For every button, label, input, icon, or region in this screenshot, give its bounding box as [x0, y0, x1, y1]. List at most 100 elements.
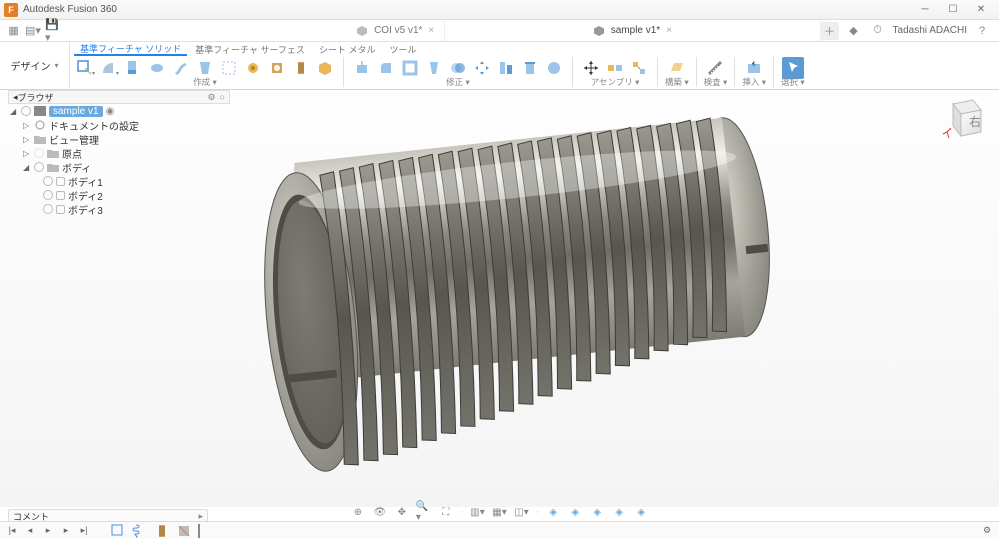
grid-settings-icon[interactable]: ▦▾ — [492, 504, 508, 520]
grid-menu-icon[interactable]: ▦ — [6, 22, 21, 40]
tree-node-views[interactable]: ▷ ビュー管理 — [8, 132, 230, 146]
timeline-feature-sketch[interactable] — [110, 523, 126, 539]
expand-icon[interactable]: ▷ — [23, 121, 31, 130]
close-icon[interactable]: × — [428, 25, 434, 36]
viewport-split-icon[interactable]: ◫▾ — [514, 504, 530, 520]
close-icon[interactable]: × — [666, 25, 672, 36]
folder-icon — [47, 148, 59, 158]
ribbon: デザイン ▾ 基準フィーチャ ソリッド 基準フィーチャ サーフェス シート メタ… — [0, 42, 999, 90]
timeline-play-button[interactable]: ▸ — [42, 525, 54, 537]
sweep-tool[interactable] — [170, 57, 192, 79]
group-insert: 挿入 ▾ — [742, 57, 766, 88]
look-icon[interactable]: 👁 — [372, 504, 388, 520]
user-name[interactable]: Tadashi ADACHI — [893, 25, 967, 36]
cam-icon[interactable]: ◈ — [611, 504, 627, 520]
extensions-icon[interactable]: ◆ — [845, 22, 863, 40]
notifications-icon[interactable]: ⏱ — [869, 22, 887, 40]
timeline-marker[interactable] — [198, 524, 200, 538]
pan-icon[interactable]: ✥ — [394, 504, 410, 520]
tree-node-body3[interactable]: ボディ3 — [8, 202, 230, 216]
subtab-surface[interactable]: 基準フィーチャ サーフェス — [189, 42, 311, 56]
maximize-button[interactable]: ☐ — [939, 2, 967, 18]
extrude-tool[interactable] — [122, 57, 144, 79]
draft-tool[interactable] — [423, 57, 445, 79]
tree-node-body1[interactable]: ボディ1 — [8, 174, 230, 188]
expand-icon[interactable]: ▷ — [23, 135, 31, 144]
data-panel-icon[interactable]: ▤▾ — [25, 22, 41, 40]
expand-icon[interactable]: ◢ — [10, 107, 18, 116]
tab-label: COI v5 v1* — [374, 25, 422, 36]
sketch-tool[interactable] — [74, 57, 96, 79]
form-tool[interactable] — [98, 57, 120, 79]
gear-icon[interactable]: ⚙ — [207, 92, 215, 103]
timeline-start-button[interactable]: |◂ — [6, 525, 18, 537]
timeline-prev-button[interactable]: ◂ — [24, 525, 36, 537]
visibility-icon[interactable] — [21, 106, 31, 116]
tree-node-body2[interactable]: ボディ2 — [8, 188, 230, 202]
tree-node-docsettings[interactable]: ▷ ドキュメントの設定 — [8, 118, 230, 132]
tree-node-bodies[interactable]: ◢ ボディ — [8, 160, 230, 174]
fillet-tool[interactable] — [375, 57, 397, 79]
ribbon-subtabs: 基準フィーチャ ソリッド 基準フィーチャ サーフェス シート メタル ツール — [70, 42, 999, 56]
timeline-settings-icon[interactable]: ⚙ — [981, 525, 993, 537]
new-tab-button[interactable]: ＋ — [821, 22, 839, 40]
move-tool[interactable] — [471, 57, 493, 79]
revolve-tool[interactable] — [146, 57, 168, 79]
subtab-tools[interactable]: ツール — [383, 42, 422, 56]
browser-panel-header[interactable]: ◂ ブラウザ ⚙ ○ — [8, 90, 230, 104]
visibility-icon[interactable] — [43, 176, 53, 186]
folder-icon — [47, 162, 59, 172]
timeline-feature-thread[interactable] — [154, 523, 170, 539]
delete-tool[interactable] — [519, 57, 541, 79]
visibility-icon[interactable] — [43, 190, 53, 200]
visibility-icon[interactable] — [34, 148, 44, 158]
visibility-icon[interactable] — [34, 162, 44, 172]
display-icon[interactable]: ▥▾ — [470, 504, 486, 520]
thread-tool[interactable] — [290, 57, 312, 79]
pressPull-tool[interactable] — [351, 57, 373, 79]
align-tool[interactable] — [495, 57, 517, 79]
collapse-icon[interactable]: ○ — [220, 92, 225, 102]
emboss-tool[interactable] — [242, 57, 264, 79]
node-label: ボディ3 — [68, 202, 103, 217]
cam-icon[interactable]: ◈ — [633, 504, 649, 520]
cam-icon[interactable]: ◈ — [545, 504, 561, 520]
expand-icon[interactable]: ▷ — [23, 149, 31, 158]
tab-inactive[interactable]: COI v5 v1* × — [60, 20, 445, 41]
group-select: 選択 ▾ — [781, 57, 805, 88]
cam-icon[interactable]: ◈ — [567, 504, 583, 520]
viewcube[interactable]: 右 — [941, 96, 985, 140]
subtab-solid[interactable]: 基準フィーチャ ソリッド — [74, 42, 187, 56]
zoom-icon[interactable]: 🔍▾ — [416, 504, 432, 520]
timeline-feature-section[interactable] — [176, 523, 192, 539]
help-icon[interactable]: ? — [973, 22, 991, 40]
subtab-sheetmetal[interactable]: シート メタル — [313, 42, 382, 56]
box-tool[interactable] — [314, 57, 336, 79]
shell-tool[interactable] — [399, 57, 421, 79]
orbit-icon[interactable]: ⊕ — [350, 504, 366, 520]
workspace-switcher[interactable]: デザイン ▾ — [0, 42, 70, 88]
save-icon[interactable]: 💾▾ — [45, 22, 60, 40]
window-titlebar: F Autodesk Fusion 360 ─ ☐ ✕ — [0, 0, 999, 20]
activate-icon[interactable]: ◉ — [106, 106, 115, 117]
expand-icon[interactable]: ◢ — [23, 163, 31, 172]
minimize-button[interactable]: ─ — [911, 2, 939, 18]
cam-icon[interactable]: ◈ — [589, 504, 605, 520]
model-3d-coil[interactable] — [233, 93, 808, 507]
rib-tool[interactable] — [218, 57, 240, 79]
tab-active[interactable]: sample v1* × — [445, 20, 820, 41]
timeline-next-button[interactable]: ▸ — [60, 525, 72, 537]
group-label-create: 作成 ▾ — [193, 76, 217, 88]
timeline-end-button[interactable]: ▸| — [78, 525, 90, 537]
tree-root[interactable]: ◢ sample v1 ◉ — [8, 104, 230, 118]
document-tabrow: ▦ ▤▾ 💾▾ COI v5 v1* × sample v1* × ＋ ◆ ⏱ … — [0, 20, 999, 42]
timeline-feature-coil[interactable] — [132, 523, 148, 539]
tree-node-origin[interactable]: ▷ 原点 — [8, 146, 230, 160]
qat: ▦ ▤▾ 💾▾ — [0, 20, 60, 41]
appearance-tool[interactable] — [543, 57, 565, 79]
group-label-inspect: 検査 ▾ — [704, 76, 728, 88]
fit-icon[interactable]: ⛶ — [438, 504, 454, 520]
hole-tool[interactable] — [266, 57, 288, 79]
visibility-icon[interactable] — [43, 204, 53, 214]
close-button[interactable]: ✕ — [967, 2, 995, 18]
